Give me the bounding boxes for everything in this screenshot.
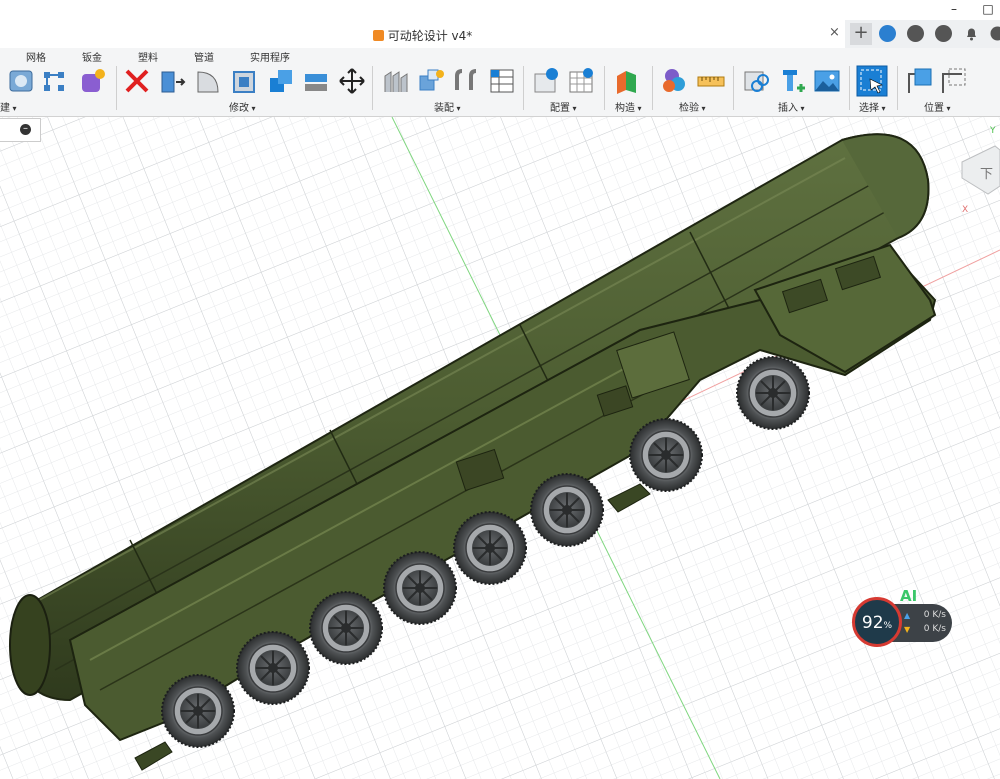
combine-icon[interactable] <box>266 66 296 96</box>
insert-derive-icon[interactable] <box>741 66 771 96</box>
create-form-icon[interactable] <box>7 66 37 96</box>
ribbon-toolbar: 网格 钣金 塑料 管道 实用程序 建 修改 装配 配置 构造 检验 插入 选择 <box>0 48 1000 117</box>
browser-panel-stub: – <box>0 118 41 142</box>
new-component-icon[interactable] <box>381 66 411 96</box>
help-icon[interactable] <box>989 25 1000 42</box>
construct-plane-icon[interactable] <box>612 66 642 96</box>
close-tab-button[interactable]: × <box>829 25 840 40</box>
offset-face-icon[interactable] <box>302 66 332 96</box>
as-built-joint-icon[interactable] <box>451 66 481 96</box>
document-tab[interactable]: 可动轮设计 v4* × <box>0 20 845 48</box>
delete-icon[interactable] <box>122 66 152 96</box>
cpu-usage-value: 92 <box>861 613 884 633</box>
group-construct[interactable]: 构造 <box>615 99 642 114</box>
toolbar-separator <box>897 66 898 110</box>
wheel <box>309 591 383 665</box>
wheel <box>383 551 457 625</box>
view-cube-y-label: Y <box>989 126 996 136</box>
toolbar-separator <box>604 66 605 110</box>
toolbar-separator <box>652 66 653 110</box>
toolbar-separator <box>523 66 524 110</box>
group-create[interactable]: 建 <box>0 99 17 114</box>
tab-plastic[interactable]: 塑料 <box>138 49 158 64</box>
insert-canvas-icon[interactable] <box>812 66 842 96</box>
move-copy-icon[interactable] <box>337 66 367 96</box>
group-select[interactable]: 选择 <box>859 99 886 114</box>
toolbar-separator <box>849 66 850 110</box>
wheel <box>530 473 604 547</box>
insert-mcmaster-icon[interactable] <box>777 66 807 96</box>
notifications-bell-icon[interactable] <box>963 25 980 42</box>
configuration-table-icon[interactable] <box>567 66 597 96</box>
create-sketch-icon[interactable] <box>40 66 70 96</box>
toolbar-separator <box>372 66 373 110</box>
wheel <box>736 356 810 430</box>
tab-utilities[interactable]: 实用程序 <box>250 49 290 64</box>
extensions-icon[interactable] <box>879 25 896 42</box>
maximize-button[interactable]: □ <box>976 0 1000 20</box>
tab-sheet-metal[interactable]: 钣金 <box>82 49 102 64</box>
upload-arrow-icon: ▲ <box>904 611 911 620</box>
download-arrow-icon: ▼ <box>904 625 911 634</box>
wheel <box>629 418 703 492</box>
tab-pipe[interactable]: 管道 <box>194 49 214 64</box>
group-assemble[interactable]: 装配 <box>434 99 461 114</box>
ai-label: AI <box>900 587 918 605</box>
view-cube-face-label: 下 <box>980 167 993 182</box>
job-status-icon[interactable] <box>907 25 924 42</box>
document-title: 可动轮设计 v4* <box>387 29 473 43</box>
press-pull-icon[interactable] <box>158 66 188 96</box>
document-tab-bar: 可动轮设计 v4* × + <box>0 20 1000 49</box>
collapse-browser-button[interactable]: – <box>20 124 31 135</box>
wheel <box>453 511 527 585</box>
view-cube-x-label: X <box>962 205 968 215</box>
history-icon[interactable] <box>935 25 952 42</box>
minimize-button[interactable]: – <box>942 0 966 20</box>
create-derive-icon[interactable] <box>78 66 108 96</box>
display-component-colors-icon[interactable] <box>660 66 690 96</box>
tab-mesh[interactable]: 网格 <box>26 49 46 64</box>
configure-icon[interactable] <box>532 66 562 96</box>
joint-icon[interactable] <box>416 66 446 96</box>
fillet-icon[interactable] <box>194 66 224 96</box>
group-modify[interactable]: 修改 <box>229 99 256 114</box>
wheel <box>161 674 235 748</box>
capture-position-icon[interactable] <box>906 66 936 96</box>
shell-icon[interactable] <box>230 66 260 96</box>
download-speed: 0 K/s <box>923 624 946 634</box>
group-configure[interactable]: 配置 <box>550 99 577 114</box>
new-tab-button[interactable]: + <box>850 23 872 45</box>
measure-icon[interactable] <box>696 66 726 96</box>
select-icon[interactable] <box>856 65 888 97</box>
upload-speed: 0 K/s <box>923 610 946 620</box>
wheel <box>236 631 310 705</box>
window-title-bar: – □ <box>0 0 1000 20</box>
canvas-svg: 下 X Y <box>0 117 1000 779</box>
cpu-usage-text: 92% <box>852 613 902 633</box>
cpu-percent-sign: % <box>883 621 893 631</box>
document-cube-icon <box>372 30 384 41</box>
group-insert[interactable]: 插入 <box>778 99 805 114</box>
group-position[interactable]: 位置 <box>924 99 951 114</box>
group-inspect[interactable]: 检验 <box>679 99 706 114</box>
toolbar-separator <box>733 66 734 110</box>
toolbar-separator <box>116 66 117 110</box>
revert-position-icon[interactable] <box>940 66 970 96</box>
bill-of-materials-icon[interactable] <box>487 66 517 96</box>
design-canvas[interactable]: 下 X Y <box>0 117 1000 779</box>
